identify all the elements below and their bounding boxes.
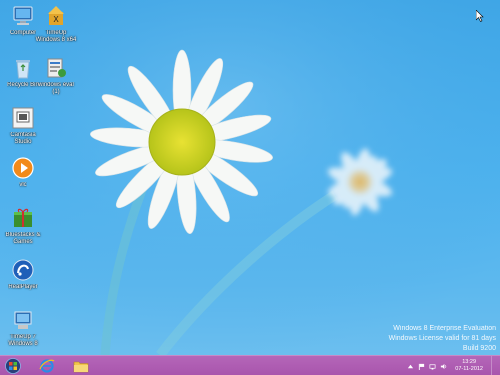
watermark-build: Build 9200 (462, 345, 496, 352)
realplayer-icon (12, 259, 34, 281)
desktop-icon-label: Camtasia Studio (10, 132, 36, 145)
desktop-icon-timeup[interactable]: X TimeUp Windows 8 x64 (34, 4, 78, 44)
evaluation-watermark: Windows 8 Enterprise Evaluation Windows … (389, 324, 496, 354)
desktop-icon-realplayer[interactable]: RealPlayer (1, 258, 45, 291)
flag-icon[interactable] (418, 363, 425, 370)
system-tray: 13:29 07-11-2012 (407, 356, 496, 375)
camtasia-icon (12, 107, 34, 129)
watermark-edition: Windows 8 Enterprise Evaluation (393, 325, 496, 332)
network-icon[interactable] (429, 363, 436, 370)
bluestacks-icon (14, 208, 32, 227)
taskbar-internet-explorer[interactable] (34, 356, 60, 375)
taskbar-file-explorer[interactable] (68, 356, 94, 375)
taskbar-clock[interactable]: 13:29 07-11-2012 (455, 359, 483, 373)
internet-explorer-icon (39, 358, 55, 373)
desktop-icon-bluestacks[interactable]: Bluestacks & Games (1, 206, 45, 246)
desktop-icon-vlc[interactable]: vlc (1, 156, 45, 189)
svg-text:X: X (53, 15, 59, 24)
timeup-icon: X (48, 6, 64, 25)
desktop-icon-label: Bluestacks & Games (5, 232, 41, 245)
computer-icon (13, 6, 33, 25)
system-tool-icon (47, 58, 66, 78)
desktop-icon-label: Computer (9, 30, 37, 36)
desktop-icon-windows-eval[interactable]: windows eval (1) (34, 56, 78, 96)
volume-icon[interactable] (440, 363, 447, 370)
timeup-setup-icon (14, 311, 32, 329)
recycle-bin-icon (16, 60, 30, 79)
desktop-icon-label: TimeUp 7 Windows 8 (8, 334, 38, 347)
taskbar: 13:29 07-11-2012 (0, 355, 500, 375)
show-hidden-icons-icon[interactable] (407, 363, 414, 370)
media-player-icon (12, 157, 34, 179)
desktop-icon-label: RealPlayer (8, 284, 38, 290)
desktop-icon-timeup-setup[interactable]: TimeUp 7 Windows 8 (1, 308, 45, 348)
desktop-icon-label: vlc (19, 182, 27, 188)
folder-icon (73, 361, 89, 372)
show-desktop-button[interactable] (491, 356, 496, 375)
clock-time: 13:29 (462, 359, 477, 365)
mouse-cursor-icon (476, 10, 484, 22)
desktop-wallpaper (0, 0, 500, 355)
windows-start-icon (5, 357, 21, 374)
start-button[interactable] (0, 356, 26, 375)
desktop-icon-camtasia[interactable]: Camtasia Studio (1, 106, 45, 146)
clock-date: 07-11-2012 (455, 366, 483, 372)
watermark-license: Windows License valid for 81 days (388, 335, 496, 342)
desktop-icon-label: windows eval (1) (38, 82, 74, 95)
desktop-icon-label: TimeUp Windows 8 x64 (35, 30, 77, 43)
